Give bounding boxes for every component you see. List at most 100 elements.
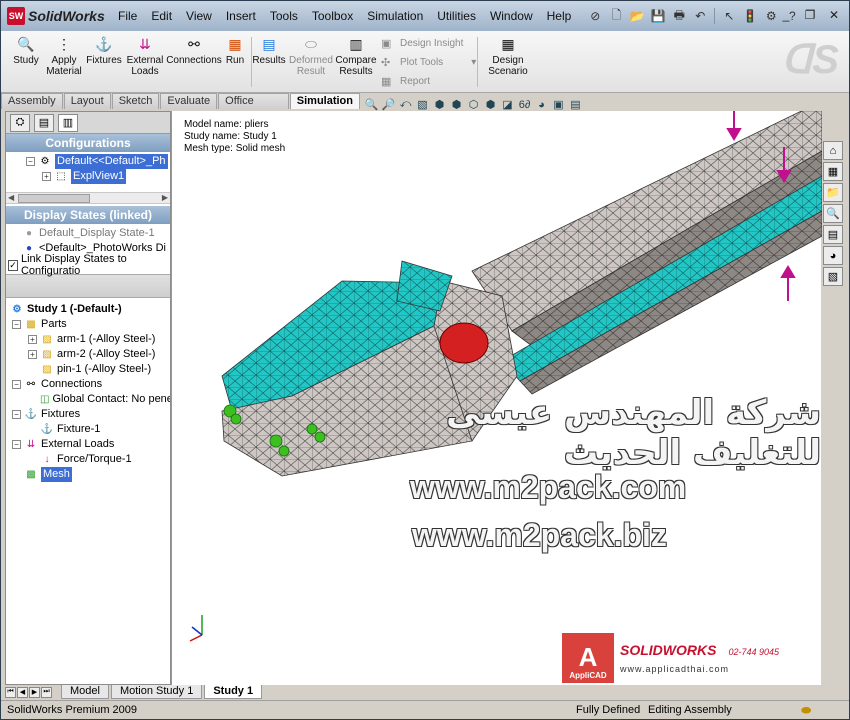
design-insight-button[interactable]: ▣ Design Insight	[381, 37, 463, 50]
menu-simulation[interactable]: Simulation	[360, 9, 430, 23]
menu-insert[interactable]: Insert	[219, 9, 263, 23]
expand-icon[interactable]: +	[28, 335, 37, 344]
tree-item[interactable]: ▨ pin-1 (-Alloy Steel-)	[10, 362, 170, 377]
property-manager-icon[interactable]: ▤	[34, 113, 54, 132]
expand-icon[interactable]: +	[28, 350, 37, 359]
plot-tools-button[interactable]: ✣ Plot Tools ▾	[381, 56, 476, 69]
scene-icon[interactable]: ▣	[551, 97, 566, 112]
design-scenario-button[interactable]: ▦ Design Scenario	[485, 35, 531, 78]
custom-properties-icon[interactable]: ▧	[823, 267, 843, 286]
external-loads-button[interactable]: ⇊ External Loads	[126, 35, 164, 78]
display-pane-icon[interactable]: ▤	[568, 97, 583, 112]
close-icon[interactable]: ✕	[823, 6, 845, 24]
apply-material-button[interactable]: ⋮ Apply Material	[45, 35, 83, 78]
rebuild-status-icon[interactable]: ⬬	[801, 703, 811, 718]
section-view-icon[interactable]: ▧	[415, 97, 430, 112]
home-icon[interactable]: ⌂	[823, 141, 843, 160]
first-tab-icon[interactable]: ⏮	[5, 686, 16, 698]
graphics-area[interactable]: 🔍 🔎 ⤺ ▧ ⬢ ⬢ ⬡ ⬢ ◪ 6∂ ◕ ▣ ▤ Model name: p…	[171, 98, 822, 685]
plot-tools-dropdown-icon[interactable]: ▾	[471, 57, 476, 68]
study-root-item[interactable]: ⚙ Study 1 (-Default-)	[10, 302, 170, 317]
collapse-icon[interactable]: −	[12, 320, 21, 329]
panel-splitter[interactable]	[6, 274, 170, 298]
link-display-states-checkbox[interactable]: ✓ Link Display States to Configuratio	[6, 253, 170, 277]
deformed-result-button[interactable]: ⬭ Deformed Result	[289, 35, 333, 78]
tree-item[interactable]: ⚓ Fixture-1	[10, 422, 170, 437]
save-icon[interactable]: 💾	[649, 7, 667, 25]
next-tab-icon[interactable]: ▶	[29, 686, 40, 698]
menu-file[interactable]: File	[111, 9, 144, 23]
appearance-sphere-icon[interactable]: ◕	[534, 97, 549, 112]
appearances-icon[interactable]: ◕	[823, 246, 843, 265]
connections-button[interactable]: ⚯ Connections	[166, 35, 222, 67]
tree-item[interactable]: + ▨ arm-1 (-Alloy Steel-)	[10, 332, 170, 347]
connections-folder-item[interactable]: − ⚯ Connections	[10, 377, 170, 392]
display-state-item[interactable]: ● Default_Display State-1	[22, 226, 170, 241]
menu-tools[interactable]: Tools	[263, 9, 305, 23]
edit-appearance-icon[interactable]: ⬢	[483, 97, 498, 112]
tab-assembly[interactable]: Assembly	[1, 93, 63, 109]
fixtures-folder-item[interactable]: − ⚓ Fixtures	[10, 407, 170, 422]
menu-toolbox[interactable]: Toolbox	[305, 9, 360, 23]
search-icon[interactable]: 🔍	[823, 204, 843, 223]
expand-icon[interactable]: +	[42, 172, 51, 181]
collapse-icon[interactable]: −	[12, 410, 21, 419]
tree-item[interactable]: ↓ Force/Torque-1	[10, 452, 170, 467]
previous-view-icon[interactable]: ⤺	[398, 97, 413, 112]
horizontal-scrollbar[interactable]: ◀ ▶	[6, 192, 170, 204]
menu-view[interactable]: View	[179, 9, 219, 23]
tab-motion-study[interactable]: Motion Study 1	[110, 685, 203, 699]
zoom-to-fit-icon[interactable]: 🔍	[364, 97, 379, 112]
mesh-item[interactable]: ▩ Mesh	[10, 467, 170, 482]
config-default-item[interactable]: − ⚙ Default<<Default>_Ph	[26, 154, 170, 169]
collapse-icon[interactable]: −	[12, 440, 21, 449]
display-style-icon[interactable]: ⬢	[449, 97, 464, 112]
open-folder-icon[interactable]: 📂	[628, 7, 646, 25]
parts-folder-item[interactable]: − ▩ Parts	[10, 317, 170, 332]
fixtures-button[interactable]: ⚓ Fixtures	[86, 35, 122, 67]
tab-office-products[interactable]: Office Products	[218, 93, 289, 122]
feature-manager-icon[interactable]: ⛭	[10, 113, 30, 132]
tab-sketch[interactable]: Sketch	[111, 93, 160, 109]
tree-item[interactable]: + ▨ arm-2 (-Alloy Steel-)	[10, 347, 170, 362]
compare-results-button[interactable]: ▥ Compare Results	[335, 35, 377, 78]
apply-scene-icon[interactable]: ◪	[500, 97, 515, 112]
tab-layout[interactable]: Layout	[63, 93, 111, 109]
external-loads-folder-item[interactable]: − ⇊ External Loads	[10, 437, 170, 452]
print-icon[interactable]: 🖶	[670, 7, 688, 25]
scroll-left-icon[interactable]: ◀	[8, 193, 14, 202]
view-palette-icon[interactable]: ▤	[823, 225, 843, 244]
tab-study-1[interactable]: Study 1	[204, 685, 263, 699]
display-state-item[interactable]: ● <Default>_PhotoWorks Di	[22, 241, 170, 256]
study-button[interactable]: 🔍 Study	[9, 35, 43, 67]
menu-help[interactable]: Help	[540, 9, 579, 23]
new-document-icon[interactable]: 🗋	[607, 7, 625, 25]
run-button[interactable]: ▦ Run	[223, 35, 247, 67]
tab-evaluate[interactable]: Evaluate	[160, 93, 218, 109]
menu-edit[interactable]: Edit	[144, 9, 179, 23]
select-cursor-icon[interactable]: ↖	[720, 7, 738, 25]
collapse-icon[interactable]: −	[12, 380, 21, 389]
hide-show-icon[interactable]: ⬡	[466, 97, 481, 112]
prev-tab-icon[interactable]: ◀	[17, 686, 28, 698]
tree-item[interactable]: ◫ Global Contact: No penet	[10, 392, 170, 407]
menu-window[interactable]: Window	[483, 9, 540, 23]
results-button[interactable]: ▤ Results	[252, 35, 285, 67]
scroll-right-icon[interactable]: ▶	[162, 193, 168, 202]
scrollbar-thumb[interactable]	[18, 194, 90, 203]
minimize-icon[interactable]: _	[775, 6, 797, 24]
collapse-icon[interactable]: −	[26, 157, 35, 166]
view-orientation-icon[interactable]: ⬢	[432, 97, 447, 112]
design-library-icon[interactable]: ▦	[823, 162, 843, 181]
configuration-manager-icon[interactable]: ▥	[58, 113, 78, 132]
file-explorer-icon[interactable]: 📁	[823, 183, 843, 202]
pin-icon[interactable]: ⊘	[586, 7, 604, 25]
config-explview-item[interactable]: + ⬚ ExplView1	[26, 169, 170, 184]
last-tab-icon[interactable]: ⏭	[41, 686, 52, 698]
checkbox-checked-icon[interactable]: ✓	[8, 259, 18, 271]
restore-icon[interactable]: ❐	[799, 6, 821, 24]
report-button[interactable]: ▦ Report	[381, 75, 430, 88]
menu-utilities[interactable]: Utilities	[430, 9, 483, 23]
zoom-area-icon[interactable]: 🔎	[381, 97, 396, 112]
undo-icon[interactable]: ↶	[691, 7, 709, 25]
